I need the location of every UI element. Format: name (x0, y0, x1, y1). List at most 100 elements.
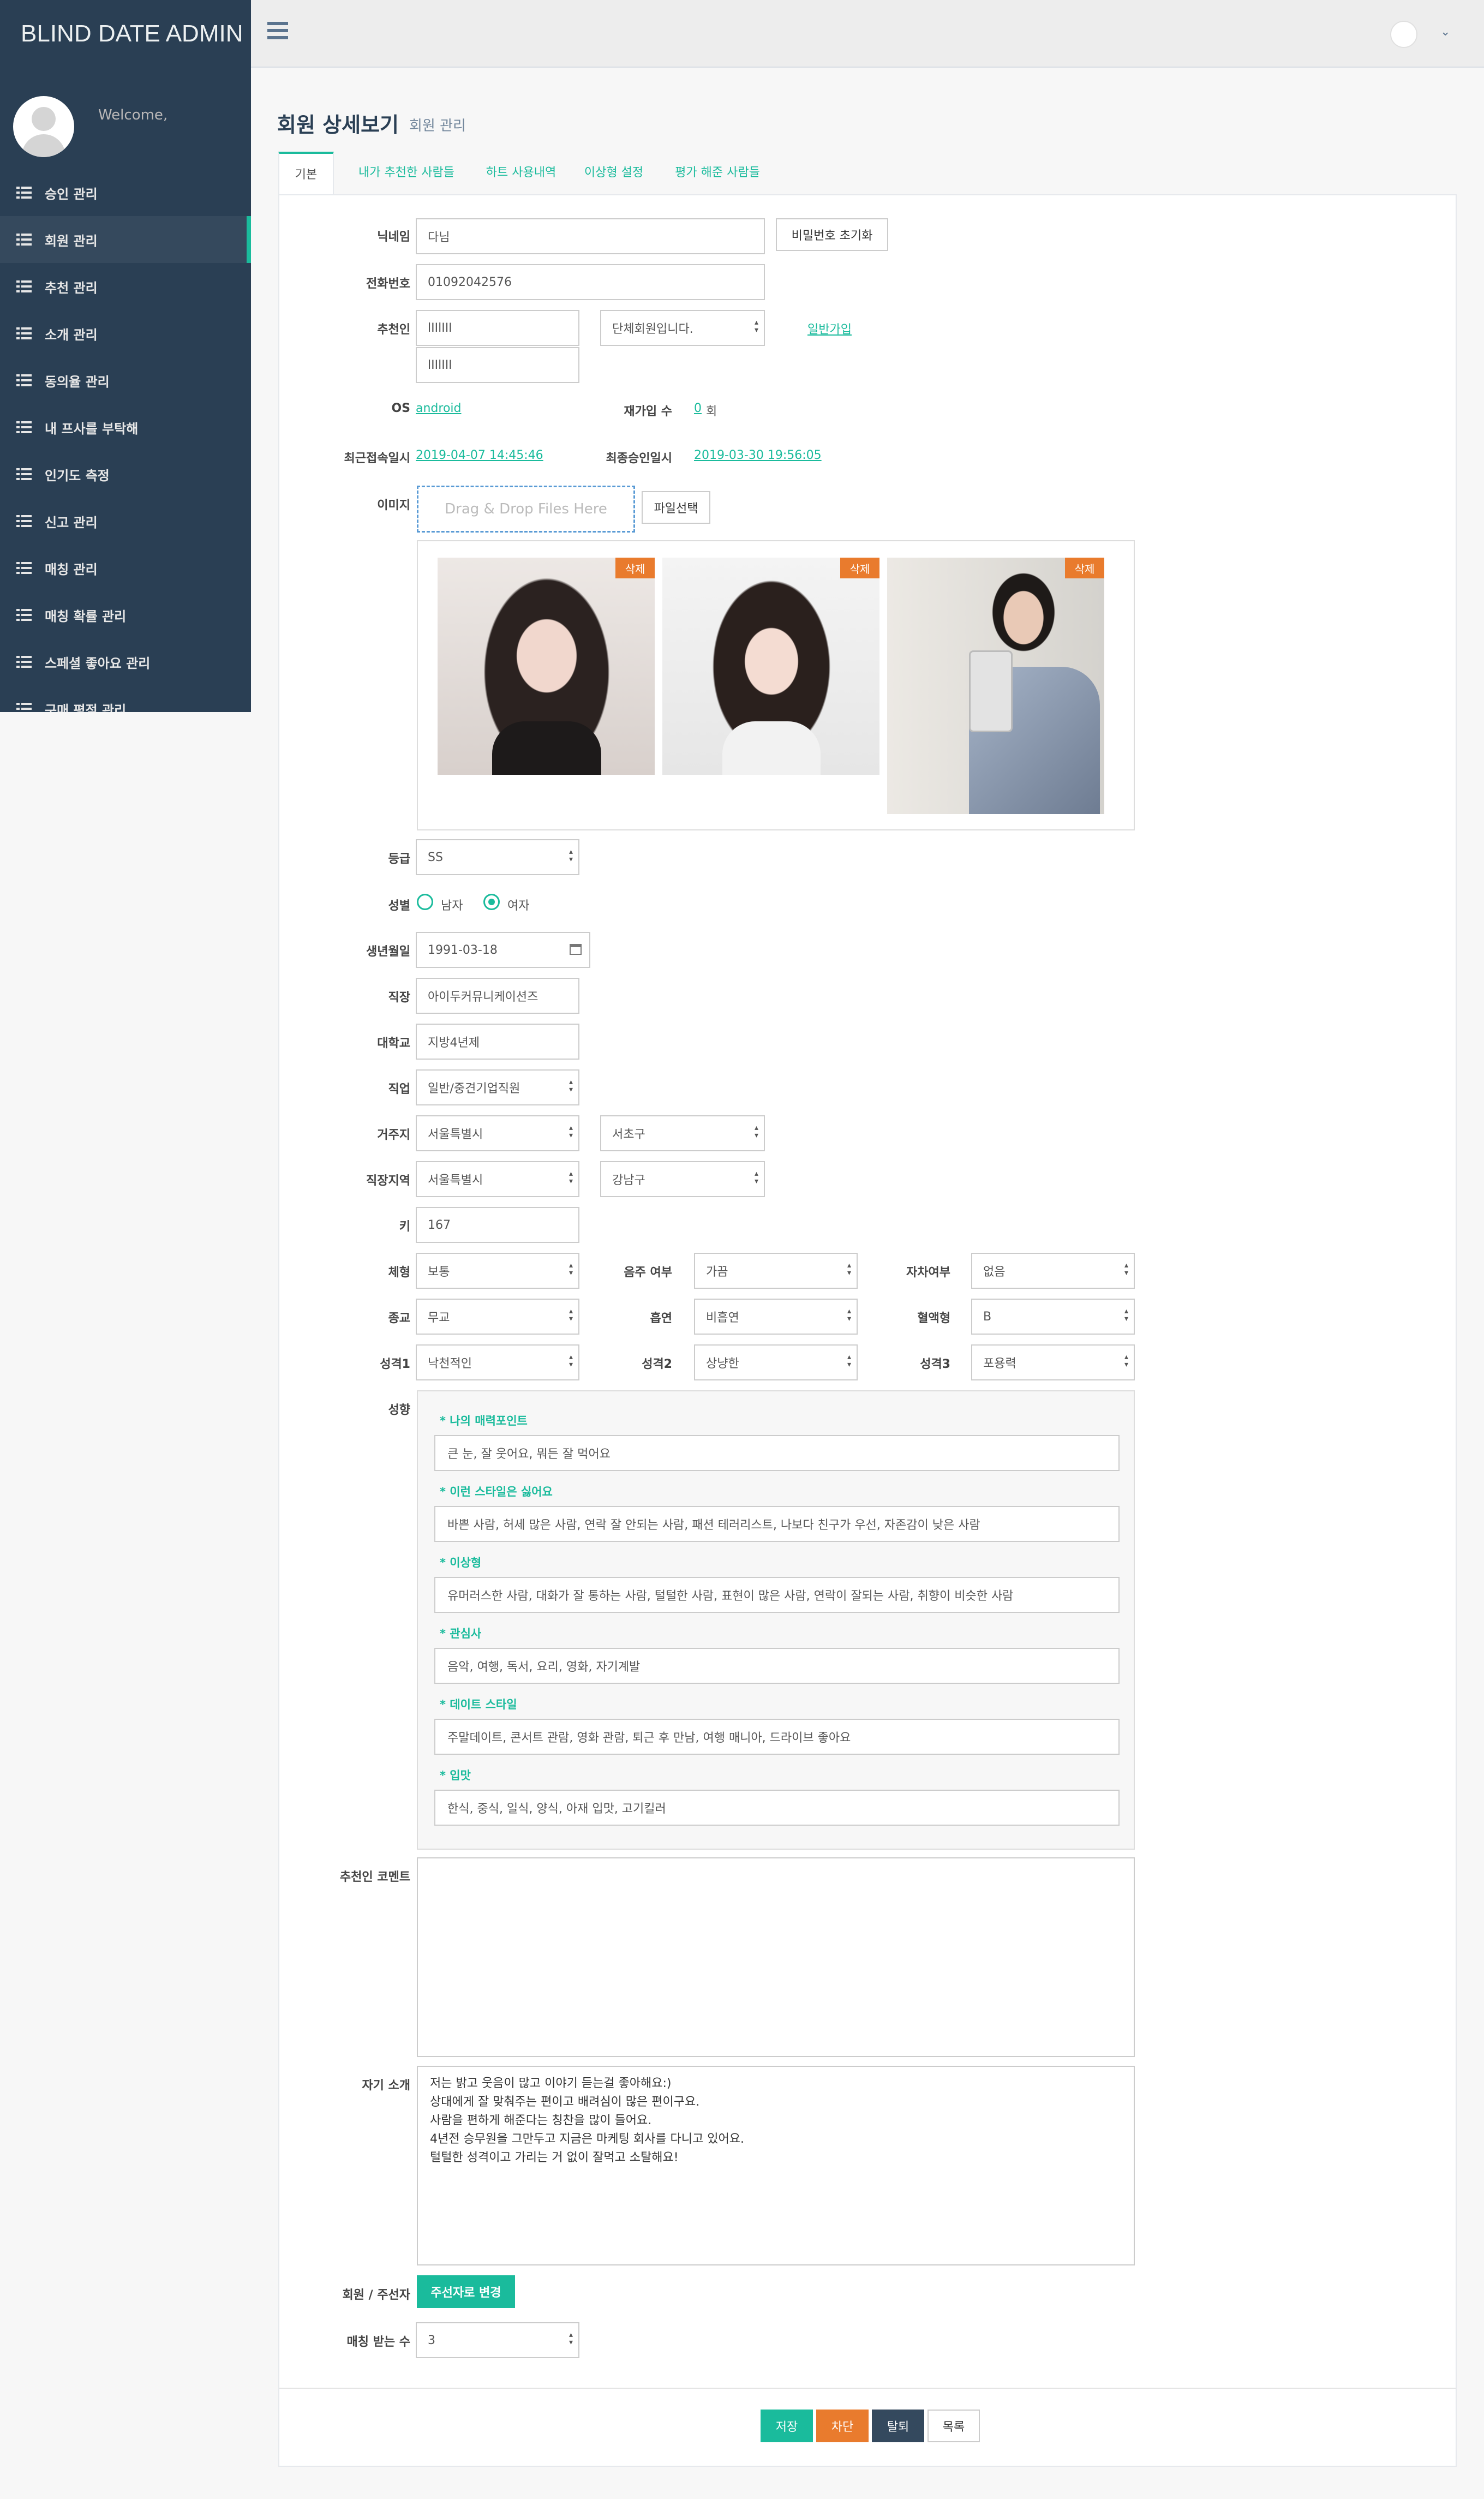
body-label: 체형 (388, 1266, 410, 1280)
tendency-input[interactable]: 유머러스한 사람, 대화가 잘 통하는 사람, 털털한 사람, 표현이 많은 사… (434, 1577, 1120, 1613)
detail-panel: 닉네임 다님 비밀번호 초기화 전화번호 01092042576 추천인 lII… (278, 194, 1457, 2467)
height-input[interactable]: 167 (416, 1207, 579, 1243)
sidebar-item-approval[interactable]: 승인 관리 (0, 169, 251, 216)
living-select[interactable]: 없음 (971, 1253, 1135, 1289)
list-icon (16, 234, 32, 246)
tendency-input[interactable]: 큰 눈, 잘 웃어요, 뭐든 잘 먹어요 (434, 1435, 1120, 1471)
tab-ideal-type[interactable]: 이상형 설정 (573, 152, 655, 195)
withdraw-button[interactable]: 탈퇴 (872, 2410, 924, 2442)
brand-title[interactable]: BLIND DATE ADMIN (0, 0, 251, 68)
block-button[interactable]: 차단 (816, 2410, 869, 2442)
sidebar-item-special-like[interactable]: 스페셜 좋아요 관리 (0, 638, 251, 685)
reset-password-button[interactable]: 비밀번호 초기화 (776, 218, 888, 251)
sidebar-item-recommend[interactable]: 추천 관리 (0, 263, 251, 310)
recommender-input-1[interactable]: lIIlIII (416, 310, 579, 346)
residence-district-select[interactable]: 서초구 (600, 1115, 765, 1151)
chevron-down-icon[interactable]: ⌄ (1440, 25, 1450, 39)
workplace-input[interactable]: 아이두커뮤니케이션즈 (416, 978, 579, 1014)
personality3-label: 성격3 (920, 1358, 950, 1371)
sidebar-item-popularity[interactable]: 인기도 측정 (0, 451, 251, 498)
gender-male-label: 남자 (441, 899, 463, 913)
tab-bar: 기본 내가 추천한 사람들 하트 사용내역 이상형 설정 평가 해준 사람들 (278, 152, 1484, 195)
tab-heart-history[interactable]: 하트 사용내역 (475, 152, 567, 195)
sidebar-item-label: 인기도 측정 (45, 468, 110, 483)
job-label: 직업 (388, 1083, 410, 1096)
nickname-label: 닉네임 (377, 230, 410, 244)
delete-photo-button[interactable]: 삭제 (1065, 558, 1104, 578)
phone-input[interactable]: 01092042576 (416, 264, 765, 300)
nickname-input[interactable]: 다님 (416, 218, 765, 254)
tab-my-recommended[interactable]: 내가 추천한 사람들 (344, 152, 469, 195)
job-select[interactable]: 일반/중견기업직원 (416, 1069, 579, 1105)
member-photo: 삭제 (662, 558, 879, 775)
sidebar-item-intro[interactable]: 소개 관리 (0, 310, 251, 357)
member-photo: 삭제 (438, 558, 655, 775)
tab-evaluators[interactable]: 평가 해준 사람들 (660, 152, 775, 195)
member-photo: 삭제 (887, 558, 1104, 814)
university-input[interactable]: 지방4년제 (416, 1024, 579, 1060)
os-value[interactable]: android (416, 402, 462, 415)
match-count-label: 매칭 받는 수 (346, 2335, 410, 2349)
change-to-matchmaker-button[interactable]: 주선자로 변경 (417, 2275, 515, 2308)
tab-basic[interactable]: 기본 (278, 152, 334, 195)
list-icon (16, 421, 32, 433)
residence-city-select[interactable]: 서울특별시 (416, 1115, 579, 1151)
blood-label: 혈액형 (917, 1312, 950, 1325)
tendency-input[interactable]: 주말데이트, 콘서트 관람, 영화 관람, 퇴근 후 만남, 여행 매니아, 드… (434, 1719, 1120, 1755)
member-group-select[interactable]: 단체회원입니다. (600, 310, 765, 346)
tendency-box: * 나의 매력포인트 큰 눈, 잘 웃어요, 뭐든 잘 먹어요 * 이런 스타일… (417, 1390, 1135, 1850)
sidebar-item-label: 내 프사를 부탁해 (45, 421, 139, 437)
gender-female-label: 여자 (507, 899, 530, 913)
tendency-input[interactable]: 음악, 여행, 독서, 요리, 영화, 자기계발 (434, 1648, 1120, 1684)
calendar-icon[interactable] (570, 944, 582, 955)
profile-block: Welcome, (0, 68, 251, 169)
sidebar-item-match-prob[interactable]: 매칭 확률 관리 (0, 591, 251, 638)
self-intro-textarea[interactable]: 저는 밝고 웃음이 많고 이야기 듣는걸 좋아해요:) 상대에게 잘 맞춰주는 … (417, 2066, 1135, 2265)
smoking-label: 흡연 (650, 1312, 672, 1325)
last-login-value[interactable]: 2019-04-07 14:45:46 (416, 449, 543, 462)
sidebar-item-agree-rate[interactable]: 동의율 관리 (0, 357, 251, 404)
sidebar-item-label: 매칭 관리 (45, 561, 98, 577)
sidebar-item-profile-pic[interactable]: 내 프사를 부탁해 (0, 404, 251, 451)
blood-select[interactable]: B (971, 1299, 1135, 1335)
delete-photo-button[interactable]: 삭제 (840, 558, 879, 578)
recommender-label: 추천인 (377, 323, 410, 337)
file-dropzone[interactable]: Drag & Drop Files Here (417, 486, 635, 533)
personality3-select[interactable]: 포용력 (971, 1344, 1135, 1380)
welcome-text: Welcome, (98, 107, 168, 123)
tendency-input[interactable]: 바쁜 사람, 허세 많은 사람, 연락 잘 안되는 사람, 패션 테러리스트, … (434, 1506, 1120, 1542)
user-avatar[interactable] (1390, 21, 1417, 48)
work-area-city-select[interactable]: 서울특별시 (416, 1161, 579, 1197)
delete-photo-button[interactable]: 삭제 (615, 558, 655, 578)
tendency-input[interactable]: 한식, 중식, 일식, 양식, 아재 입맛, 고기킬러 (434, 1790, 1120, 1826)
list-icon (16, 515, 32, 527)
join-type-link[interactable]: 일반가입 (807, 320, 852, 337)
sidebar-item-report[interactable]: 신고 관리 (0, 498, 251, 545)
save-button[interactable]: 저장 (761, 2410, 813, 2442)
gender-female-radio[interactable] (483, 894, 500, 910)
gender-male-radio[interactable] (417, 894, 433, 910)
phone-label: 전화번호 (366, 277, 410, 291)
birth-input[interactable]: 1991-03-18 (416, 932, 590, 968)
sidebar-item-label: 추천 관리 (45, 280, 98, 296)
personality2-label: 성격2 (642, 1358, 672, 1371)
personality1-label: 성격1 (380, 1358, 410, 1371)
sidebar-item-label: 구매 평점 관리 (45, 702, 127, 713)
recommender-comment-textarea[interactable] (417, 1857, 1135, 2057)
list-icon (16, 327, 32, 339)
sidebar-item-matching[interactable]: 매칭 관리 (0, 545, 251, 591)
final-approval-value[interactable]: 2019-03-30 19:56:05 (694, 449, 822, 462)
list-icon (16, 280, 32, 292)
menu-toggle-icon[interactable] (267, 22, 288, 39)
recommender-input-2[interactable]: lIIlIII (416, 347, 579, 383)
list-button[interactable]: 목록 (927, 2410, 980, 2442)
final-approval-label: 최종승인일시 (606, 452, 672, 465)
sidebar-item-purchase-rating[interactable]: 구매 평점 관리 (0, 685, 251, 712)
file-select-button[interactable]: 파일선택 (642, 491, 710, 524)
rejoin-count[interactable]: 0 (694, 402, 702, 415)
sidebar-item-members[interactable]: 회원 관리 (0, 216, 251, 263)
match-count-select[interactable]: 3 (416, 2322, 579, 2358)
work-area-district-select[interactable]: 강남구 (600, 1161, 765, 1197)
last-login-label: 최근접속일시 (344, 452, 410, 465)
grade-select[interactable]: SS (416, 839, 579, 875)
